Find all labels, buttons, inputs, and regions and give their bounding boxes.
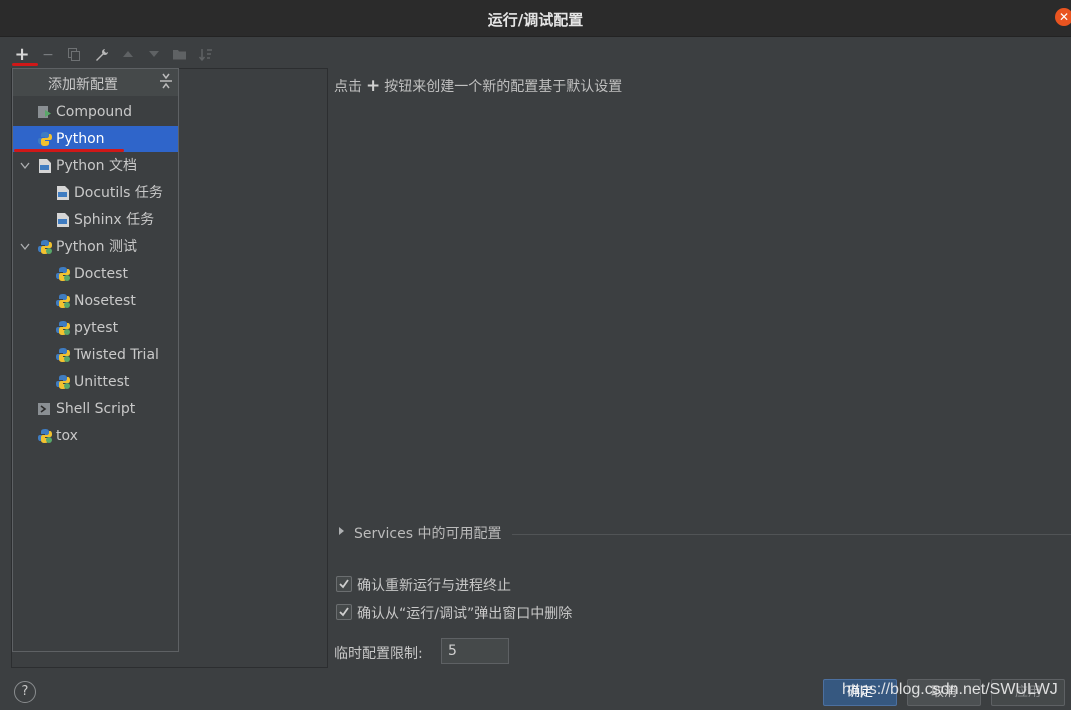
confirm-delete-label: 确认从“运行/调试”弹出窗口中删除	[357, 606, 573, 622]
popup-item-python-tests[interactable]: Python 测试	[13, 234, 178, 260]
popup-item-pytest[interactable]: pytest	[13, 315, 178, 341]
add-new-configuration-popup: 添加新配置 Compound Python Python 文档 Docutils…	[12, 68, 179, 652]
copy-icon	[68, 48, 80, 61]
confirm-rerun-checkbox[interactable]	[336, 576, 352, 592]
popup-item-twisted-trial[interactable]: Twisted Trial	[13, 342, 178, 368]
compound-icon	[38, 106, 51, 118]
python-test-icon	[56, 267, 70, 281]
shell-script-icon	[38, 403, 50, 415]
title-bar: 运行/调试配置 ✕	[0, 0, 1071, 37]
python-test-icon	[38, 429, 52, 443]
collapse-all-icon[interactable]	[159, 72, 173, 90]
popup-item-label: Docutils 任务	[74, 185, 163, 201]
window-title: 运行/调试配置	[487, 11, 584, 29]
popup-item-unittest[interactable]: Unittest	[13, 369, 178, 395]
python-test-icon	[56, 294, 70, 308]
remove-configuration-button[interactable]: −	[38, 44, 58, 66]
ok-button[interactable]: 确定	[823, 679, 897, 706]
python-test-icon	[38, 240, 52, 254]
cancel-button[interactable]: 取消	[907, 679, 981, 706]
chevron-right-icon[interactable]	[338, 526, 346, 536]
plus-icon: +	[366, 76, 381, 96]
popup-item-label: Python 文档	[56, 158, 137, 174]
popup-item-label: pytest	[74, 320, 119, 336]
popup-item-sphinx-task[interactable]: Sphinx 任务	[13, 207, 178, 233]
create-folder-button[interactable]	[170, 44, 190, 66]
sort-icon	[198, 49, 212, 62]
popup-item-tox[interactable]: tox	[13, 423, 178, 449]
popup-title: 添加新配置	[48, 77, 118, 93]
folder-icon	[173, 50, 186, 60]
popup-item-label: Unittest	[74, 374, 130, 390]
python-test-icon	[56, 321, 70, 335]
section-divider	[512, 534, 1071, 535]
popup-item-shell-script[interactable]: Shell Script	[13, 396, 178, 422]
confirm-delete-checkbox[interactable]	[336, 604, 352, 620]
checkmark-icon	[339, 579, 349, 589]
services-section-toggle[interactable]: Services 中的可用配置	[354, 523, 502, 543]
checkmark-icon	[339, 607, 349, 617]
rst-doc-icon	[57, 186, 69, 200]
confirm-rerun-label: 确认重新运行与进程终止	[357, 578, 511, 594]
popup-item-label: Nosetest	[74, 293, 136, 309]
popup-header: 添加新配置	[13, 69, 178, 96]
popup-item-docutils-task[interactable]: Docutils 任务	[13, 180, 178, 206]
hint-text-after: 按钮来创建一个新的配置基于默认设置	[384, 79, 623, 95]
wrench-icon	[96, 49, 108, 61]
help-icon: ?	[21, 684, 29, 699]
python-test-icon	[56, 348, 70, 362]
help-button[interactable]: ?	[14, 681, 36, 703]
popup-item-label: Compound	[56, 104, 133, 120]
annotation-underline	[12, 63, 38, 66]
popup-item-label: tox	[56, 428, 78, 444]
temp-limit-input[interactable]	[441, 638, 509, 664]
popup-item-nosetest[interactable]: Nosetest	[13, 288, 178, 314]
sort-button[interactable]	[196, 44, 216, 66]
minus-icon: −	[42, 47, 54, 63]
rst-doc-icon	[57, 213, 69, 227]
annotation-underline	[14, 149, 124, 152]
popup-item-label: Shell Script	[56, 401, 136, 417]
hint-text-before: 点击	[334, 79, 362, 95]
close-icon: ✕	[1058, 10, 1070, 24]
copy-configuration-button[interactable]	[64, 44, 84, 66]
popup-item-python-docs[interactable]: Python 文档	[13, 153, 178, 179]
python-icon	[38, 132, 52, 146]
popup-item-label: Twisted Trial	[74, 347, 159, 363]
apply-button[interactable]: 应用	[991, 679, 1065, 706]
triangle-up-icon	[123, 51, 133, 57]
move-up-button[interactable]	[118, 44, 138, 66]
close-button[interactable]: ✕	[1055, 8, 1071, 26]
temp-limit-label: 临时配置限制:	[334, 646, 423, 662]
python-test-icon	[56, 375, 70, 389]
edit-defaults-button[interactable]	[92, 44, 112, 66]
popup-item-doctest[interactable]: Doctest	[13, 261, 178, 287]
triangle-down-icon	[149, 51, 159, 57]
popup-item-compound[interactable]: Compound	[13, 99, 178, 125]
rst-doc-icon	[39, 159, 51, 173]
popup-item-label: Python 测试	[56, 239, 137, 255]
plus-icon: +	[14, 44, 30, 65]
empty-state-hint: 点击 + 按钮来创建一个新的配置基于默认设置	[334, 76, 622, 96]
move-down-button[interactable]	[144, 44, 164, 66]
popup-item-label: Sphinx 任务	[74, 212, 155, 228]
toolbar: + −	[12, 44, 232, 68]
popup-item-label: Doctest	[74, 266, 128, 282]
